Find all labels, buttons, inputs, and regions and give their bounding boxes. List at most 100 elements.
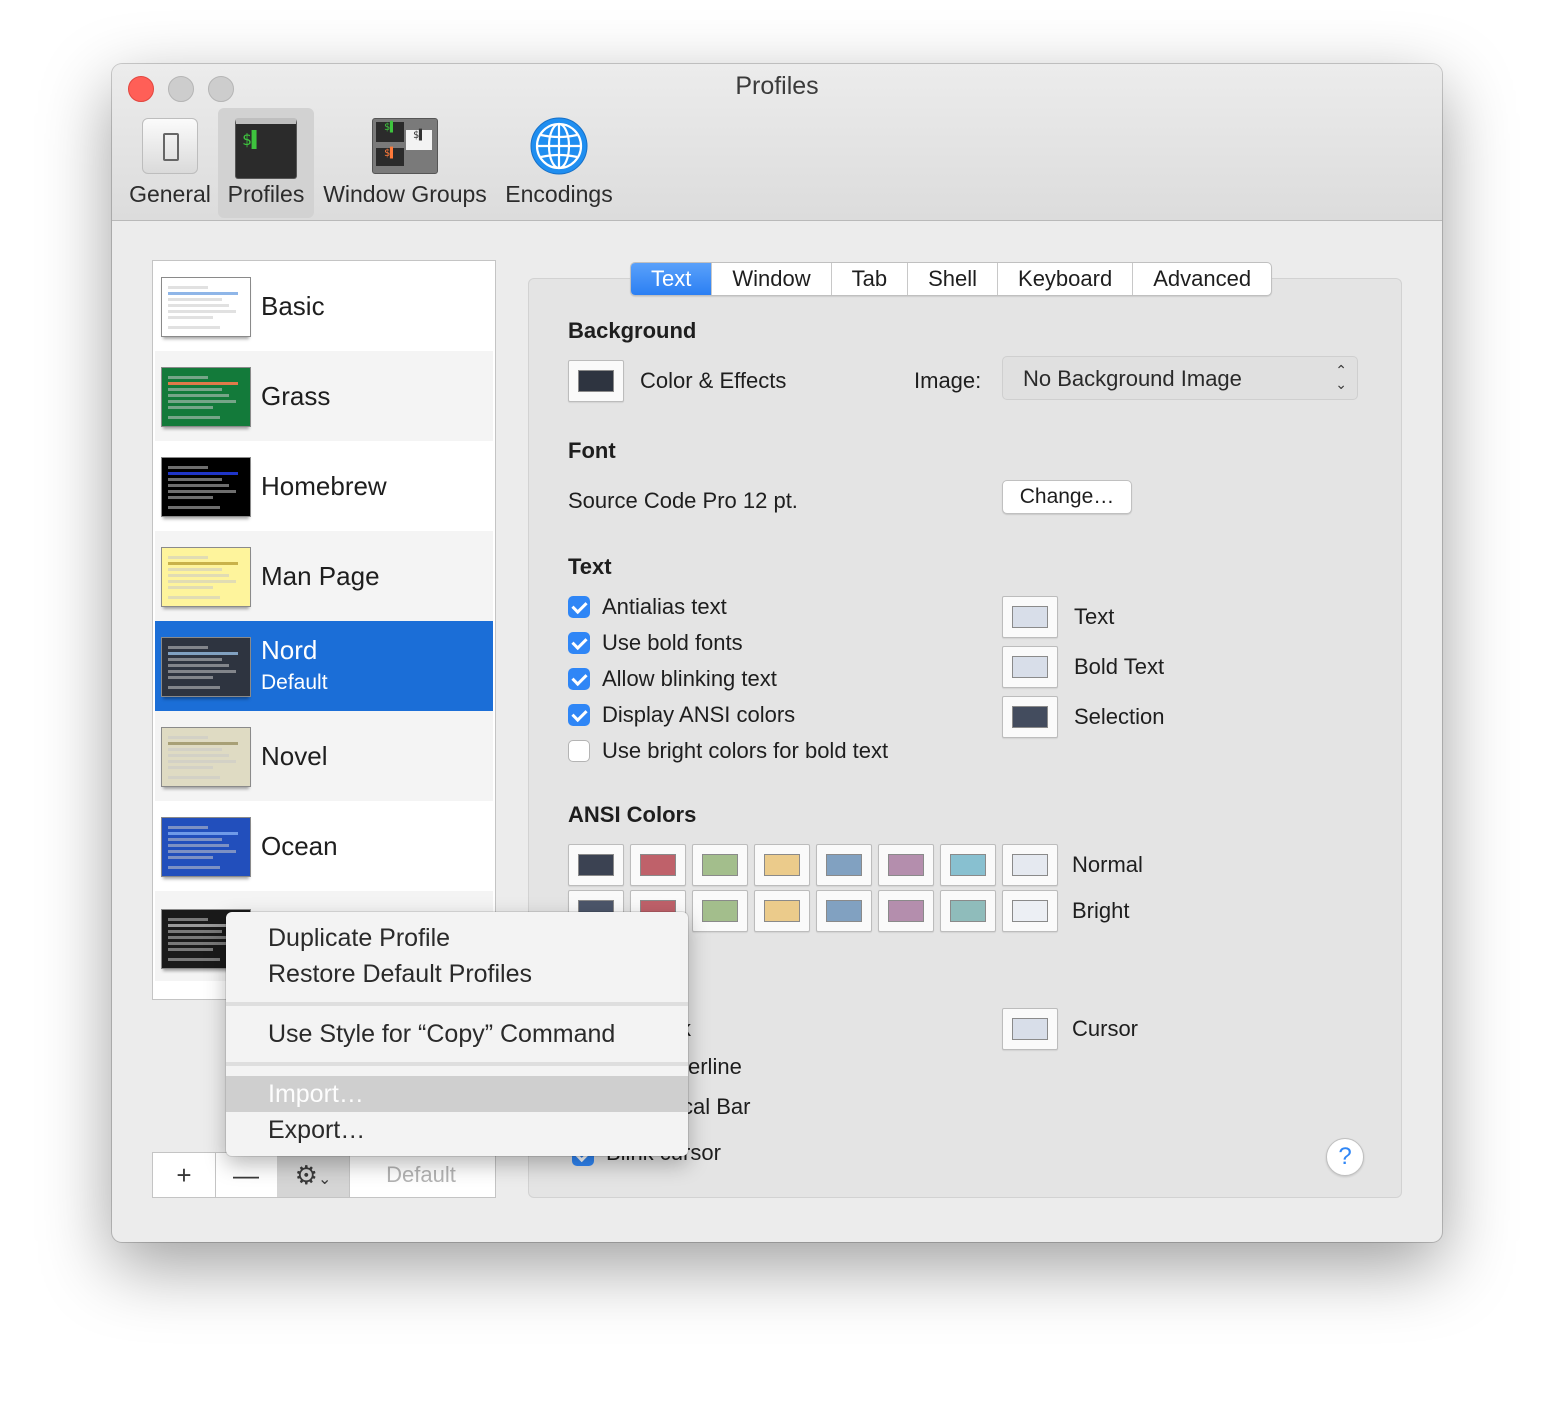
tab-advanced[interactable]: Advanced bbox=[1133, 263, 1271, 295]
ansi-normal-color-well[interactable] bbox=[630, 844, 686, 886]
text-option-checkbox[interactable] bbox=[568, 704, 590, 726]
color-swatch bbox=[764, 900, 800, 922]
profile-name: Novel bbox=[261, 741, 328, 771]
profile-thumbnail bbox=[161, 637, 251, 697]
profile-item-ocean[interactable]: Ocean bbox=[155, 801, 493, 891]
tab-shell[interactable]: Shell bbox=[908, 263, 999, 295]
selection-color-label: Selection bbox=[1074, 704, 1165, 729]
color-swatch bbox=[1012, 1018, 1048, 1040]
profile-default-badge: Default bbox=[261, 671, 328, 694]
ansi-bright-color-well[interactable] bbox=[940, 890, 996, 932]
profile-item-man-page[interactable]: Man Page bbox=[155, 531, 493, 621]
ansi-normal-color-well[interactable] bbox=[1002, 844, 1058, 886]
profile-item-novel[interactable]: Novel bbox=[155, 711, 493, 801]
text-option-checkbox[interactable] bbox=[568, 596, 590, 618]
cursor-vertical-bar-fragment: cal Bar bbox=[682, 1094, 751, 1119]
color-swatch bbox=[1012, 706, 1048, 728]
profile-name: Basic bbox=[261, 291, 325, 321]
default-button[interactable]: Default bbox=[349, 1153, 493, 1197]
ansi-normal-color-well[interactable] bbox=[878, 844, 934, 886]
ansi-bright-color-well[interactable] bbox=[878, 890, 934, 932]
cursor-color-well[interactable] bbox=[1002, 1008, 1058, 1050]
menu-item-label: Import… bbox=[268, 1080, 364, 1108]
color-swatch bbox=[888, 854, 924, 876]
menu-item-import[interactable]: Import… bbox=[226, 1076, 688, 1112]
profile-name: Grass bbox=[261, 381, 331, 411]
color-swatch bbox=[1012, 656, 1048, 678]
color-swatch bbox=[1012, 854, 1048, 876]
menu-item-label: Restore Default Profiles bbox=[268, 960, 533, 988]
tab-keyboard[interactable]: Keyboard bbox=[998, 263, 1134, 295]
text-color-well[interactable] bbox=[1002, 596, 1058, 638]
menu-item-use-style-for-copy[interactable]: Use Style for “Copy” Command bbox=[226, 1016, 688, 1052]
globe-icon bbox=[529, 116, 589, 176]
ansi-bright-color-well[interactable] bbox=[816, 890, 872, 932]
profile-item-grass[interactable]: Grass bbox=[155, 351, 493, 441]
text-option-checkbox[interactable] bbox=[568, 668, 590, 690]
remove-profile-button[interactable]: — bbox=[215, 1153, 278, 1197]
profile-thumbnail bbox=[161, 277, 251, 337]
profile-thumbnail bbox=[161, 547, 251, 607]
background-image-popup[interactable]: No Background Image ⌃ ⌄ bbox=[1002, 356, 1358, 400]
color-swatch bbox=[578, 370, 614, 392]
gear-menu-button[interactable]: ⚙⌄ bbox=[277, 1153, 350, 1197]
ansi-normal-color-well[interactable] bbox=[816, 844, 872, 886]
menu-item-label: Export… bbox=[268, 1116, 366, 1144]
updown-chevron-icon: ⌃ ⌄ bbox=[1335, 362, 1347, 392]
profile-thumbnail bbox=[161, 727, 251, 787]
toolbar-general[interactable]: General bbox=[126, 108, 214, 218]
ansi-bright-color-well[interactable] bbox=[692, 890, 748, 932]
color-swatch bbox=[578, 854, 614, 876]
settings-tabs: Text Window Tab Shell Keyboard Advanced bbox=[630, 262, 1273, 296]
ansi-bright-color-well[interactable] bbox=[1002, 890, 1058, 932]
background-color-well[interactable] bbox=[568, 360, 624, 402]
profile-list[interactable]: Basic Grass Homebrew Man Page Nord Defau… bbox=[152, 260, 496, 1000]
menu-item-export[interactable]: Export… bbox=[226, 1112, 688, 1148]
profile-item-basic[interactable]: Basic bbox=[155, 261, 493, 351]
ansi-bright-color-well[interactable] bbox=[754, 890, 810, 932]
ansi-normal-label: Normal bbox=[1072, 852, 1143, 877]
ansi-normal-color-well[interactable] bbox=[754, 844, 810, 886]
tab-window[interactable]: Window bbox=[712, 263, 832, 295]
font-section-title: Font bbox=[568, 438, 616, 463]
ansi-normal-color-well[interactable] bbox=[940, 844, 996, 886]
toolbar-encodings[interactable]: Encodings bbox=[500, 108, 618, 218]
text-option-label: Display ANSI colors bbox=[602, 702, 796, 727]
toolbar: Profiles General $▌ Profiles $▌ $▌ $▌ Wi… bbox=[112, 64, 1442, 221]
font-value: Source Code Pro 12 pt. bbox=[568, 488, 798, 513]
profile-item-homebrew[interactable]: Homebrew bbox=[155, 441, 493, 531]
menu-item-duplicate-profile[interactable]: Duplicate Profile bbox=[226, 920, 688, 956]
ansi-normal-color-well[interactable] bbox=[692, 844, 748, 886]
text-option-checkbox[interactable] bbox=[568, 740, 590, 762]
selection-color-well[interactable] bbox=[1002, 696, 1058, 738]
cursor-color-label: Cursor bbox=[1072, 1016, 1139, 1041]
tab-tab[interactable]: Tab bbox=[832, 263, 909, 295]
ansi-normal-color-well[interactable] bbox=[568, 844, 624, 886]
add-profile-button[interactable]: + bbox=[153, 1153, 216, 1197]
color-swatch bbox=[950, 854, 986, 876]
text-option-label: Antialias text bbox=[602, 594, 727, 619]
terminal-icon: $▌ bbox=[235, 118, 297, 179]
menu-item-restore-default-profiles[interactable]: Restore Default Profiles bbox=[226, 956, 688, 992]
help-button[interactable]: ? bbox=[1326, 1138, 1364, 1176]
gear-icon: ⚙ bbox=[294, 1160, 318, 1190]
color-swatch bbox=[702, 854, 738, 876]
text-section-title: Text bbox=[568, 554, 612, 579]
text-option-checkbox[interactable] bbox=[568, 632, 590, 654]
tab-text[interactable]: Text bbox=[631, 263, 713, 295]
gear-dropdown-menu: Duplicate Profile Restore Default Profil… bbox=[226, 912, 688, 1156]
profile-item-nord[interactable]: Nord Default bbox=[155, 621, 493, 711]
bold-text-color-well[interactable] bbox=[1002, 646, 1058, 688]
toolbar-profiles[interactable]: $▌ Profiles bbox=[218, 108, 314, 218]
toolbar-general-label: General bbox=[129, 181, 211, 207]
profile-name: Ocean bbox=[261, 831, 338, 861]
chevron-down-icon: ⌄ bbox=[317, 1171, 332, 1188]
color-swatch bbox=[888, 900, 924, 922]
profile-name: Nord bbox=[261, 635, 318, 665]
color-swatch bbox=[1012, 900, 1048, 922]
toolbar-window-groups[interactable]: $▌ $▌ $▌ Window Groups bbox=[320, 108, 490, 218]
window-groups-icon: $▌ $▌ $▌ bbox=[372, 118, 438, 174]
profile-thumbnail bbox=[161, 457, 251, 517]
change-font-button[interactable]: Change… bbox=[1002, 480, 1132, 514]
window-title: Profiles bbox=[735, 72, 819, 100]
